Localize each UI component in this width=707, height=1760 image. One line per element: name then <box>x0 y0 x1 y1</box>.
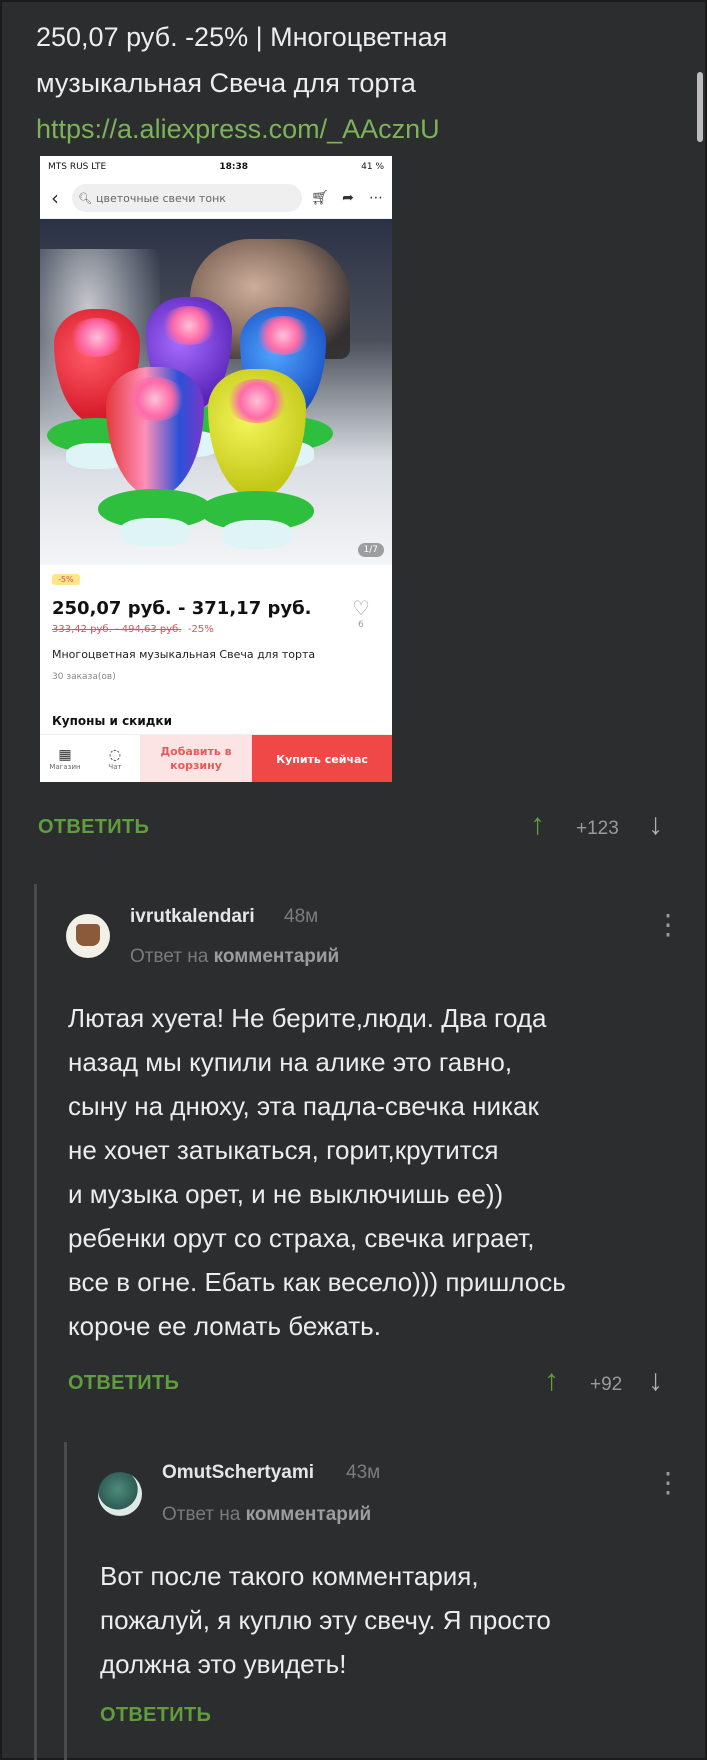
more-vertical-icon[interactable]: ⋮ <box>654 1469 682 1497</box>
store-icon: ▦ <box>58 747 72 763</box>
battery-label: 41 % <box>361 162 384 172</box>
search-icon: 🔍︎ <box>78 191 92 205</box>
upvote-arrow-icon[interactable]: ↑ <box>530 808 545 842</box>
discount-badge: -5% <box>52 574 80 585</box>
post-line-1: 250,07 руб. -25% | Многоцветная <box>36 22 448 52</box>
search-field: 🔍︎ цветочные свечи тонк <box>72 184 302 212</box>
comment-username[interactable]: ivrutkalendari <box>130 906 255 928</box>
comment-line: должна это увидеть! <box>100 1649 347 1679</box>
post-link[interactable]: https://a.aliexpress.com/_AAcznU <box>36 106 656 152</box>
reply-target-link[interactable]: комментарий <box>246 1504 372 1525</box>
likes-count: 6 <box>358 620 364 630</box>
reply-to-line: Ответ на комментарий <box>162 1504 371 1526</box>
reply-prefix: Ответ на <box>130 946 209 967</box>
back-chevron-icon: ‹ <box>51 186 59 210</box>
comment-line: назад мы купили на алике это гавно, <box>68 1047 513 1077</box>
image-counter: 1/7 <box>357 543 384 557</box>
comment-line: все в огне. Ебать как весело))) пришлось <box>68 1267 566 1297</box>
app-search-bar: ‹ 🔍︎ цветочные свечи тонк 🛒︎ ➦ ⋯ <box>40 178 392 219</box>
upvote-arrow-icon[interactable]: ↑ <box>544 1364 559 1398</box>
thread-line-level1 <box>34 884 37 1760</box>
thread-line-level2 <box>64 1442 67 1760</box>
search-text: цветочные свечи тонк <box>95 191 226 205</box>
buy-now-button: Купить сейчас <box>252 735 392 782</box>
comment-line: Вот после такого комментария, <box>100 1561 479 1591</box>
comment-body: Вот после такого комментария, пожалуй, я… <box>100 1554 551 1686</box>
comment-line: Лютая хуета! Не берите,люди. Два года <box>68 1003 547 1033</box>
post-reply-button[interactable]: ОТВЕТИТЬ <box>38 816 149 839</box>
chat-label: Чат <box>108 763 122 771</box>
downvote-arrow-icon[interactable]: ↓ <box>648 808 663 842</box>
comment-score: +92 <box>590 1374 623 1395</box>
downvote-arrow-icon[interactable]: ↓ <box>648 1364 663 1398</box>
product-title: Многоцветная музыкальная Свеча для торта <box>52 648 316 661</box>
more-horizontal-icon: ⋯ <box>369 190 383 206</box>
orders-count: 30 заказа(ов) <box>52 672 116 682</box>
comment-line: пожалуй, я куплю эту свечу. Я просто <box>100 1605 551 1635</box>
reply-to-line: Ответ на комментарий <box>130 946 339 968</box>
comment-line: короче ее ломать бежать. <box>68 1311 381 1341</box>
old-price: 333,42 руб. - 494,63 руб. <box>52 624 182 635</box>
comment-body: Лютая хуета! Не берите,люди. Два года на… <box>68 996 566 1348</box>
phone-status-bar: MTS RUS LTE 18:38 41 % <box>40 156 392 178</box>
product-action-bar: ▦ Магазин ◌ Чат Добавить в корзину Купит… <box>40 734 392 782</box>
comment-time: 43м <box>346 1462 381 1483</box>
comment-username[interactable]: OmutSchertyami <box>162 1462 314 1484</box>
post-score: +123 <box>576 818 619 839</box>
heart-icon: ♡ <box>352 596 370 620</box>
comment-line: сыну на днюху, эта падла-свечка никак <box>68 1091 539 1121</box>
chat-button: ◌ Чат <box>90 735 140 782</box>
comment-line: и музыка орет, и не выключишь ее)) <box>68 1179 504 1209</box>
cart-icon: 🛒︎ <box>311 190 329 206</box>
share-icon: ➦ <box>342 190 354 206</box>
candle-flower-yellow <box>200 369 314 549</box>
post-line-2: музыкальная Свеча для торта <box>36 68 416 98</box>
avatar[interactable] <box>98 1472 142 1516</box>
old-price-line: 333,42 руб. - 494,63 руб. -25% <box>52 624 214 635</box>
coupons-heading: Купоны и скидки <box>52 714 172 728</box>
avatar[interactable] <box>66 914 110 958</box>
add-to-cart-button: Добавить в корзину <box>140 735 252 782</box>
reply-prefix: Ответ на <box>162 1504 241 1525</box>
more-vertical-icon[interactable]: ⋮ <box>654 911 682 939</box>
reply-target-link[interactable]: комментарий <box>214 946 340 967</box>
product-photo: 1/7 <box>40 219 392 565</box>
comment-time: 48м <box>284 906 319 927</box>
store-button: ▦ Магазин <box>40 735 90 782</box>
candle-flower-multicolor <box>98 367 212 547</box>
chat-icon: ◌ <box>108 747 122 763</box>
store-label: Магазин <box>49 763 81 771</box>
carrier-label: MTS RUS LTE <box>48 162 107 172</box>
comment-line: не хочет затыкаться, горит,крутится <box>68 1135 499 1165</box>
comment-line: ребенки орут со страха, свечка играет, <box>68 1223 535 1253</box>
product-screenshot[interactable]: MTS RUS LTE 18:38 41 % ‹ 🔍︎ цветочные св… <box>40 156 392 782</box>
clock-label: 18:38 <box>219 162 248 172</box>
comment-reply-button[interactable]: ОТВЕТИТЬ <box>68 1372 179 1395</box>
discount-percent: -25% <box>187 624 214 635</box>
product-price: 250,07 руб. - 371,17 руб. <box>52 598 312 619</box>
post-body: 250,07 руб. -25% | Многоцветная музыкаль… <box>36 14 656 152</box>
scrollbar[interactable] <box>697 72 703 142</box>
comment-reply-button[interactable]: ОТВЕТИТЬ <box>100 1704 211 1727</box>
